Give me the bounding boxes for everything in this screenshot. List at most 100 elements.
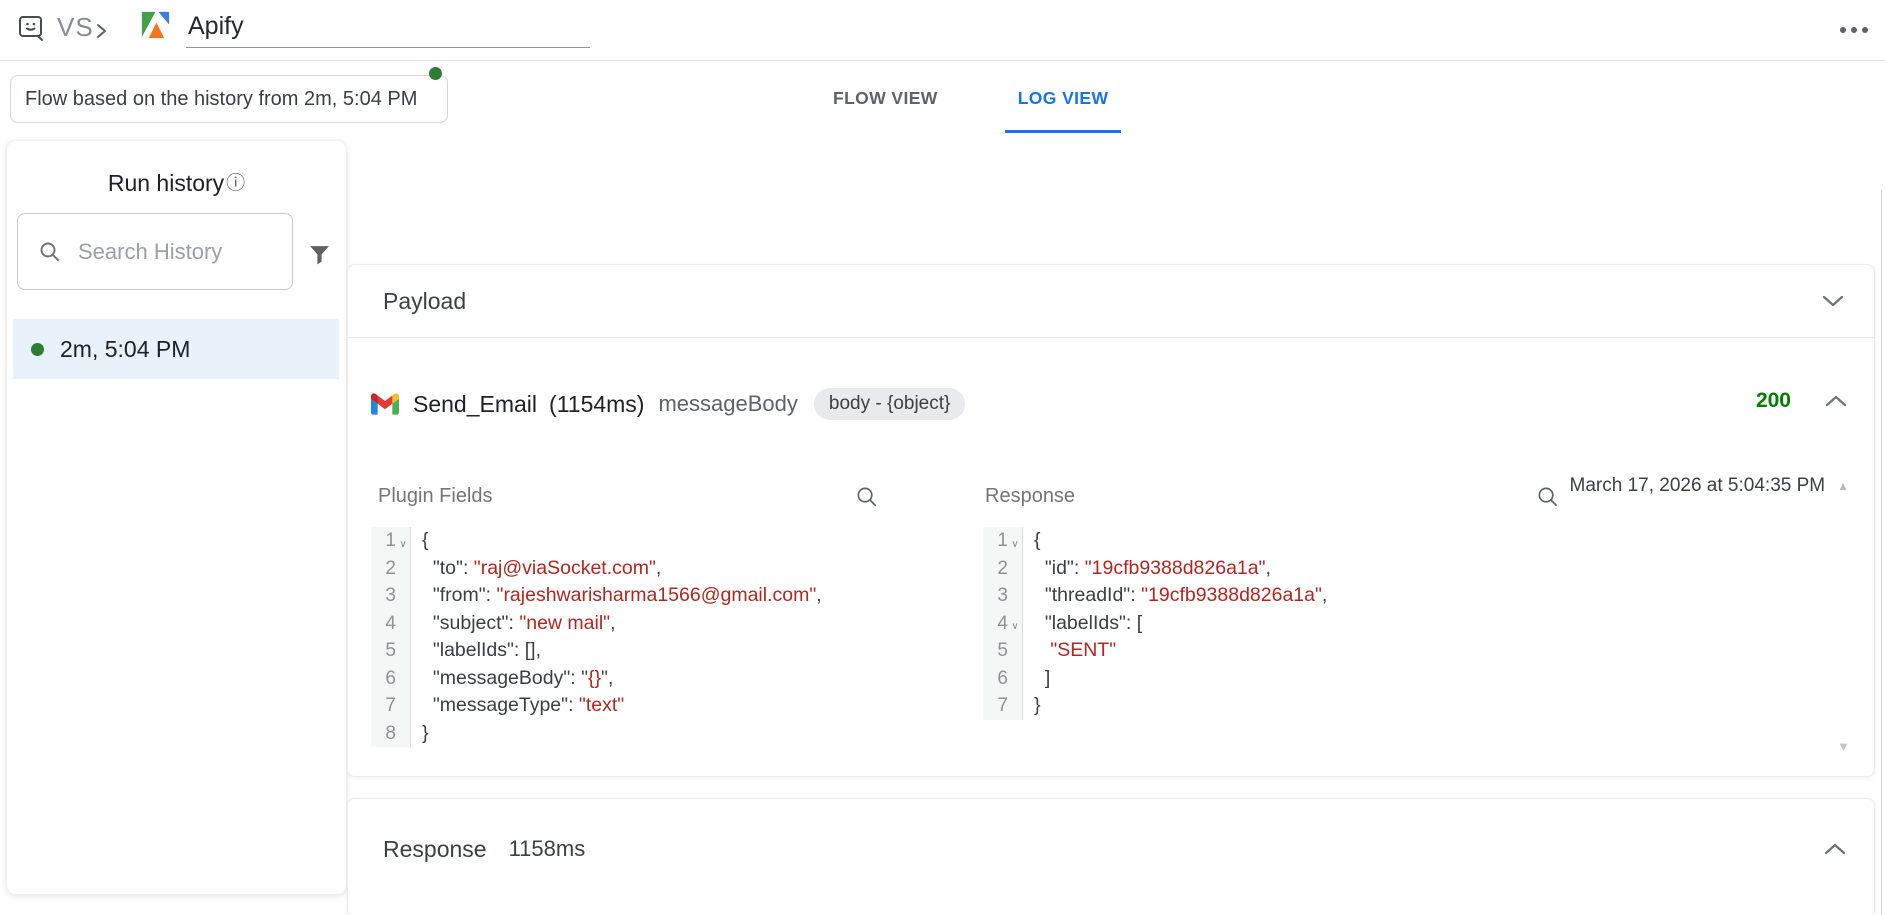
flow-banner: Flow based on the history from 2m, 5:04 … xyxy=(10,75,448,123)
line-gutter: 7 xyxy=(371,692,411,720)
run-history-panel: Run historyⓘ 2m, 5:04 PM xyxy=(6,140,347,895)
line-number: 6 xyxy=(983,665,1008,693)
collapse-toggle-icon[interactable]: ∨ xyxy=(396,524,410,559)
top-header: VS Apify xyxy=(0,0,1885,61)
line-number: 8 xyxy=(371,720,396,748)
vs-logo-icon xyxy=(18,14,45,42)
code-line: 1∨{ xyxy=(371,527,822,555)
code-line: 6 "messageBody": "{}", xyxy=(371,665,822,693)
collapse-toggle-icon xyxy=(396,620,410,627)
payload-title: Payload xyxy=(383,288,466,315)
collapse-toggle-icon xyxy=(396,647,410,654)
collapse-toggle-icon xyxy=(1008,565,1022,572)
tab-log-view[interactable]: LOG VIEW xyxy=(1005,88,1122,133)
line-number: 2 xyxy=(371,555,396,583)
scroll-up-icon[interactable]: ▲ xyxy=(1837,480,1849,492)
json-token: { xyxy=(422,529,429,551)
line-number: 4 xyxy=(983,610,1008,638)
plugin-fields-label: Plugin Fields xyxy=(378,485,493,508)
search-icon xyxy=(1536,485,1559,508)
response-section-header[interactable]: Response 1158ms xyxy=(348,799,1874,899)
code-content: "messageType": "text" xyxy=(411,692,624,720)
step-section-header[interactable]: Send_Email (1154ms) messageBody body - {… xyxy=(369,384,965,424)
collapse-toggle-icon xyxy=(1008,675,1022,682)
run-item-label: 2m, 5:04 PM xyxy=(60,336,190,363)
scroll-down-icon[interactable]: ▼ xyxy=(1837,739,1850,754)
plugin-fields-search-button[interactable] xyxy=(853,483,879,509)
code-line: 4 "subject": "new mail", xyxy=(371,610,822,638)
json-token: , xyxy=(816,584,821,606)
json-token: "id": xyxy=(1034,557,1085,579)
scrollbar[interactable] xyxy=(1881,190,1882,915)
code-content: "from": "rajeshwarisharma1566@gmail.com"… xyxy=(411,582,822,610)
line-gutter: 2 xyxy=(371,555,411,583)
apify-logo-icon xyxy=(137,8,172,43)
json-string-token: "SENT" xyxy=(1050,639,1116,661)
json-string-token: "19cfb9388d826a1a" xyxy=(1085,557,1266,579)
code-content: { xyxy=(411,527,429,555)
response-section-duration: 1158ms xyxy=(509,836,586,862)
line-gutter: 4∨ xyxy=(983,610,1023,638)
line-gutter: 7 xyxy=(983,692,1023,720)
search-icon xyxy=(38,240,62,264)
filter-icon xyxy=(307,242,332,267)
collapse-toggle-icon[interactable]: ∨ xyxy=(1008,606,1022,641)
step-badge: body - {object} xyxy=(814,388,965,420)
code-content: "labelIds": [], xyxy=(411,637,541,665)
json-token: } xyxy=(422,722,429,744)
collapse-toggle-icon[interactable]: ∨ xyxy=(1008,524,1022,559)
line-number: 2 xyxy=(983,555,1008,583)
collapse-toggle-icon xyxy=(1008,647,1022,654)
json-token: , xyxy=(656,557,661,579)
flow-banner-text: Flow based on the history from 2m, 5:04 … xyxy=(25,88,417,111)
json-token: "threadId": xyxy=(1034,584,1141,606)
code-line: 3 "threadId": "19cfb9388d826a1a", xyxy=(983,582,1327,610)
json-token: "labelIds": [ xyxy=(1034,612,1142,634)
breadcrumb-app[interactable]: Apify xyxy=(137,8,244,43)
line-number: 4 xyxy=(371,610,396,638)
home-link[interactable]: VS xyxy=(18,12,94,43)
step-name: Send_Email xyxy=(413,391,537,418)
more-options-button[interactable] xyxy=(1832,16,1876,44)
line-number: 5 xyxy=(371,637,396,665)
code-content: "labelIds": [ xyxy=(1023,610,1142,638)
json-string-token: "19cfb9388d826a1a" xyxy=(1141,584,1322,606)
flow-status-dot xyxy=(429,67,442,80)
payload-section-header[interactable]: Payload xyxy=(348,265,1874,338)
history-search-input[interactable] xyxy=(78,239,284,265)
json-token: "subject": xyxy=(422,612,519,634)
line-number: 1 xyxy=(371,527,396,555)
code-line: 5 "labelIds": [], xyxy=(371,637,822,665)
code-content: ] xyxy=(1023,665,1050,693)
code-line: 2 "to": "raj@viaSocket.com", xyxy=(371,555,822,583)
code-line: 2 "id": "19cfb9388d826a1a", xyxy=(983,555,1327,583)
line-gutter: 6 xyxy=(371,665,411,693)
collapse-toggle-icon xyxy=(1008,592,1022,599)
code-line: 7} xyxy=(983,692,1327,720)
line-gutter: 5 xyxy=(983,637,1023,665)
step-field-label: messageBody xyxy=(658,391,797,417)
line-gutter: 4 xyxy=(371,610,411,638)
plugin-fields-code: 1∨{2 "to": "raj@viaSocket.com",3 "from":… xyxy=(371,527,822,747)
run-status-dot xyxy=(31,343,44,356)
collapse-toggle-icon xyxy=(396,702,410,709)
code-content: "subject": "new mail", xyxy=(411,610,616,638)
response-section-title: Response xyxy=(383,836,487,863)
response-search-button[interactable] xyxy=(1534,483,1560,509)
line-number: 3 xyxy=(983,582,1008,610)
tab-flow-view[interactable]: FLOW VIEW xyxy=(820,88,951,133)
json-token: "messageBody": " xyxy=(422,667,588,689)
collapse-toggle-icon xyxy=(396,675,410,682)
info-icon[interactable]: ⓘ xyxy=(226,173,245,194)
json-token: { xyxy=(1034,529,1041,551)
collapse-toggle-icon xyxy=(396,565,410,572)
flow-title[interactable]: Apify xyxy=(188,8,244,41)
title-underline xyxy=(186,47,590,48)
json-token: "to": xyxy=(422,557,474,579)
json-string-token: {} xyxy=(588,667,601,689)
step-collapse-control[interactable]: 200 xyxy=(1756,389,1847,413)
code-content: } xyxy=(1023,692,1041,720)
filter-button[interactable] xyxy=(302,237,336,271)
code-content: "id": "19cfb9388d826a1a", xyxy=(1023,555,1271,583)
run-history-item[interactable]: 2m, 5:04 PM xyxy=(13,319,339,379)
